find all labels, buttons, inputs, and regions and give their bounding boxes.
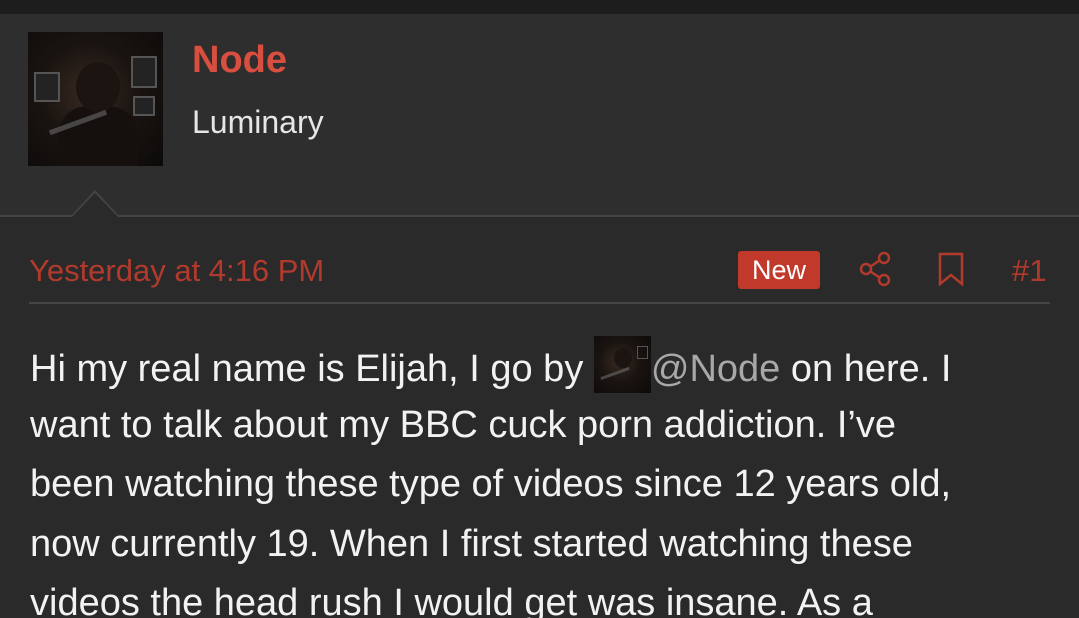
- post-line: been watching these type of videos since…: [30, 463, 952, 505]
- avatar-wall-frame: [131, 56, 157, 88]
- user-block-pointer-fill: [72, 193, 118, 217]
- mention-link[interactable]: @Node: [651, 348, 780, 390]
- post-text: Hi my real name is Elijah, I go by: [30, 348, 594, 390]
- post-text: on here. I: [780, 348, 952, 390]
- username-link[interactable]: Node: [192, 38, 287, 82]
- post-line: now currently 19. When I first started w…: [30, 522, 913, 565]
- post-number-link[interactable]: #1: [1012, 252, 1046, 290]
- mention-avatar[interactable]: [593, 336, 651, 393]
- meta-divider: [29, 302, 1050, 304]
- user-info-block: Node Luminary: [0, 14, 1079, 217]
- mention-avatar-frame: [636, 346, 648, 359]
- post-line: want to talk about my BBC cuck porn addi…: [30, 403, 896, 446]
- user-title: Luminary: [192, 104, 324, 140]
- share-icon[interactable]: [858, 250, 892, 288]
- top-bar: [0, 0, 1079, 14]
- mention-avatar-highlight: [600, 366, 630, 381]
- post-body: Hi my real name is Elijah, I go by @Node…: [30, 336, 1060, 618]
- post-timestamp-link[interactable]: Yesterday at 4:16 PM: [29, 252, 324, 290]
- page: Node Luminary Yesterday at 4:16 PM New #…: [0, 0, 1079, 618]
- mention-avatar-head: [613, 348, 632, 368]
- bookmark-icon[interactable]: [938, 250, 964, 288]
- post-meta-row: Yesterday at 4:16 PM New #1: [0, 248, 1079, 298]
- user-avatar[interactable]: [28, 32, 163, 166]
- post-card: Node Luminary Yesterday at 4:16 PM New #…: [0, 14, 1079, 618]
- avatar-wall-frame: [133, 96, 155, 116]
- avatar-figure-head: [76, 62, 120, 112]
- new-badge: New: [738, 251, 820, 289]
- post-line: Hi my real name is Elijah, I go by @Node…: [30, 336, 1060, 396]
- post-line: videos the head rush I would get was ins…: [30, 582, 873, 618]
- avatar-wall-frame: [34, 72, 60, 102]
